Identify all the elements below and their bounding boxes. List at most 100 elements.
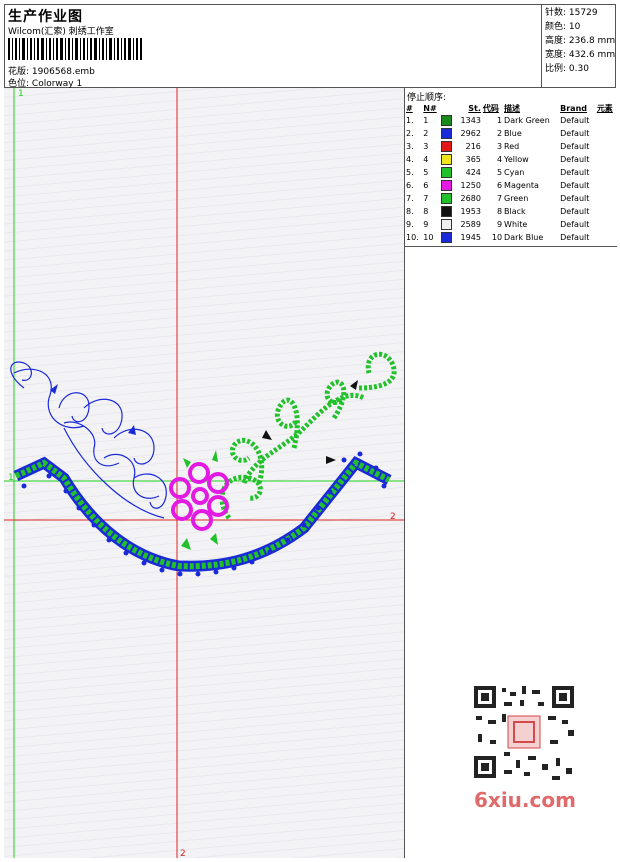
- row-desc: White: [504, 220, 528, 229]
- color-swatch-icon: [441, 115, 453, 126]
- row-swatch: [440, 218, 455, 231]
- row-brand: Default: [560, 142, 590, 151]
- blue-scroll-ornament: [10, 361, 167, 519]
- row-brand: Default: [560, 116, 590, 125]
- row-element: [596, 205, 617, 218]
- row-code: 1: [496, 116, 503, 125]
- row-stitches: 1945: [460, 233, 481, 242]
- green-leaf-icon: [181, 538, 191, 550]
- table-row: 3. 3 216 3 Red Default: [405, 140, 617, 153]
- row-stitches: 1250: [460, 181, 481, 190]
- table-row: 4. 4 365 4 Yellow Default: [405, 153, 617, 166]
- row-stitches: 2680: [460, 194, 481, 203]
- guide-label-left: 1: [8, 473, 14, 483]
- row-element: [596, 231, 617, 244]
- row-needle: 6: [423, 181, 429, 190]
- row-needle: 7: [423, 194, 429, 203]
- row-needle: 8: [423, 207, 429, 216]
- row-brand: Default: [560, 233, 590, 242]
- row-index: 4.: [406, 155, 414, 164]
- col-index: #: [406, 103, 413, 113]
- color-swatch-icon: [441, 206, 453, 217]
- qr-code-icon: [468, 680, 580, 784]
- row-desc: Dark Blue: [504, 233, 544, 242]
- table-row: 8. 8 1953 8 Black Default: [405, 205, 617, 218]
- subtitle: Wilcom(汇索) 刺绣工作室: [8, 27, 114, 37]
- row-index: 10.: [406, 233, 419, 242]
- row-desc: Yellow: [504, 155, 529, 164]
- row-swatch: [440, 114, 455, 127]
- magenta-flower-icon: [169, 462, 229, 531]
- col-element: 元素: [596, 103, 613, 113]
- row-index: 3.: [406, 142, 414, 151]
- black-leaf-icon: [326, 456, 336, 464]
- row-code: 3: [496, 142, 503, 151]
- row-element: [596, 153, 617, 166]
- row-brand: Default: [560, 207, 590, 216]
- table-row: 7. 7 2680 7 Green Default: [405, 192, 617, 205]
- green-leaf-icon: [183, 458, 191, 468]
- row-swatch: [440, 231, 455, 244]
- row-element: [596, 192, 617, 205]
- row-swatch: [440, 192, 455, 205]
- row-swatch: [440, 179, 455, 192]
- row-needle: 10: [423, 233, 434, 242]
- row-desc: Black: [504, 207, 526, 216]
- row-element: [596, 166, 617, 179]
- row-code: 6: [496, 181, 503, 190]
- row-desc: Dark Green: [504, 116, 550, 125]
- row-needle: 9: [423, 220, 429, 229]
- design-canvas: 1 1 2 2: [4, 88, 404, 859]
- page-title: 生产作业图: [8, 9, 83, 25]
- table-row: 1. 1 1343 1 Dark Green Default: [405, 114, 617, 127]
- arc-band-inner: [14, 459, 391, 570]
- guide-label-right: 2: [390, 512, 396, 522]
- row-brand: Default: [560, 194, 590, 203]
- row-swatch: [440, 153, 455, 166]
- stat-height: 高度: 236.8 mm: [545, 36, 616, 46]
- black-leaf-icon: [350, 380, 358, 390]
- col-swatch: [440, 102, 455, 114]
- row-index: 2.: [406, 129, 414, 138]
- color-swatch-icon: [441, 167, 453, 178]
- row-needle: 4: [423, 155, 429, 164]
- row-needle: 3: [423, 142, 429, 151]
- table-header-row: # N# St. 代码 描述 Brand 元素: [405, 102, 617, 114]
- row-code: 7: [496, 194, 503, 203]
- row-stitches: 1953: [460, 207, 481, 216]
- row-element: [596, 218, 617, 231]
- color-swatch-icon: [441, 232, 453, 243]
- color-swatch-icon: [441, 128, 453, 139]
- row-element: [596, 114, 617, 127]
- stat-stitches: 针数: 15729: [545, 8, 598, 18]
- row-needle: 1: [423, 116, 429, 125]
- color-table: # N# St. 代码 描述 Brand 元素 1. 1 1343 1 Dark Gre…: [405, 102, 617, 244]
- col-brand: Brand: [560, 103, 588, 113]
- black-leaf-icon: [262, 430, 272, 440]
- color-swatch-icon: [441, 141, 453, 152]
- stat-width: 宽度: 432.6 mm: [545, 50, 616, 60]
- table-row: 2. 2 2962 2 Blue Default: [405, 127, 617, 140]
- row-brand: Default: [560, 181, 590, 190]
- row-desc: Green: [504, 194, 529, 203]
- row-brand: Default: [560, 155, 590, 164]
- table-row: 6. 6 1250 6 Magenta Default: [405, 179, 617, 192]
- row-swatch: [440, 127, 455, 140]
- row-brand: Default: [560, 129, 590, 138]
- row-code: 5: [496, 168, 503, 177]
- col-stitches: St.: [468, 103, 481, 113]
- row-stitches: 216: [465, 142, 481, 151]
- color-swatch-icon: [441, 154, 453, 165]
- table-row: 10. 10 1945 10 Dark Blue Default: [405, 231, 617, 244]
- row-code: 2: [496, 129, 503, 138]
- embroidery-preview: 1 1 2 2: [4, 88, 404, 859]
- row-stitches: 365: [465, 155, 481, 164]
- row-stitches: 2589: [460, 220, 481, 229]
- blue-dot-border: [21, 451, 387, 577]
- row-code: 10: [491, 233, 503, 242]
- row-stitches: 424: [465, 168, 481, 177]
- row-desc: Red: [504, 142, 520, 151]
- col-n: N#: [423, 103, 437, 113]
- row-index: 6.: [406, 181, 414, 190]
- row-swatch: [440, 140, 455, 153]
